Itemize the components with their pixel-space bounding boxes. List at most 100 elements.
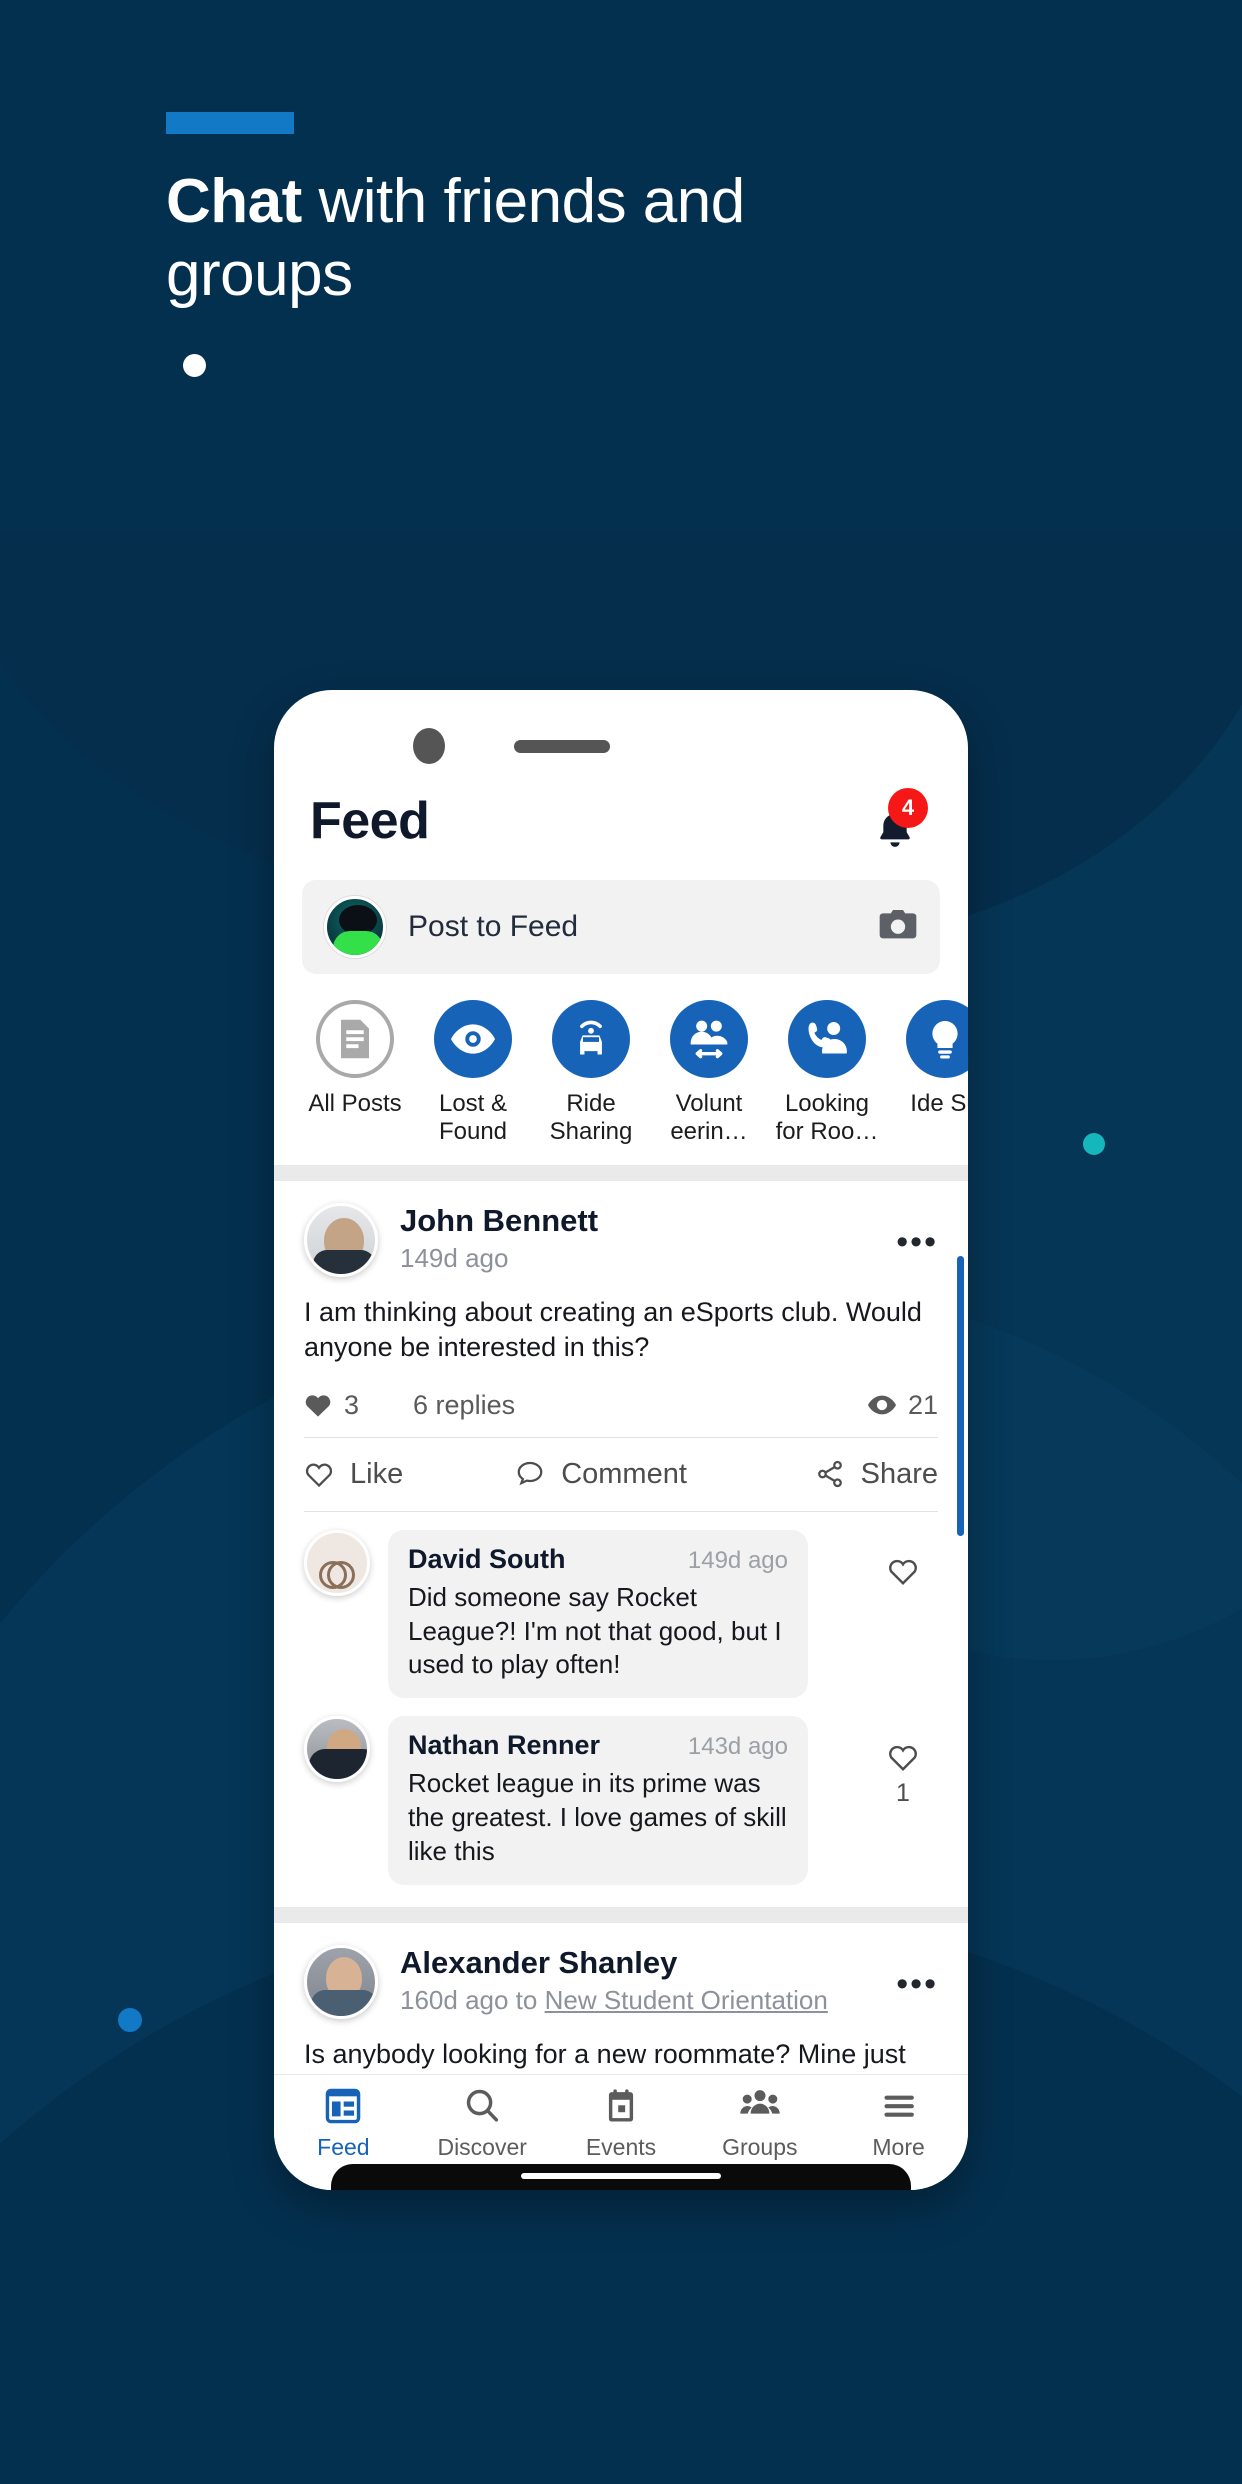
category-item-all-posts[interactable]: All Posts (296, 1000, 414, 1118)
post-actions: Like Comment Share (304, 1438, 938, 1511)
comment-like-button[interactable]: 1 (868, 1716, 938, 1808)
post-like-count: 3 (304, 1390, 359, 1421)
avatar[interactable] (304, 1716, 370, 1783)
earpiece-speaker (514, 740, 610, 753)
comment-icon (517, 1462, 543, 1486)
accent-bar (166, 112, 294, 134)
decorative-dot-white (183, 354, 206, 377)
feed-icon (326, 2088, 361, 2124)
share-button[interactable]: Share (815, 1458, 938, 1491)
category-filter-strip[interactable]: All Posts Lost & Found Ride Sharing Volu… (274, 974, 968, 1155)
category-label: Lost & Found (438, 1090, 508, 1146)
share-icon (817, 1461, 842, 1488)
category-label: Ide Su (910, 1090, 968, 1117)
heart-outline-icon (305, 1463, 333, 1488)
lightbulb-icon (906, 1000, 968, 1078)
phone-bezel (274, 690, 968, 776)
comment-like-count: 1 (896, 1779, 910, 1808)
category-label: Looking for Roo… (775, 1090, 879, 1146)
front-camera-icon (413, 728, 445, 764)
post-card: John Bennett 149d ago ••• I am thinking … (274, 1181, 968, 1885)
comment-bubble: Nathan Renner 143d ago Rocket league in … (388, 1716, 808, 1885)
decorative-dot-teal (1083, 1133, 1105, 1155)
post-header: John Bennett 149d ago ••• (304, 1181, 938, 1277)
category-label: All Posts (308, 1090, 402, 1117)
category-item-looking-for-roommate[interactable]: Looking for Roo… (768, 1000, 886, 1147)
comment-button[interactable]: Comment (515, 1458, 687, 1491)
post-time-value: 160d ago to (400, 1984, 545, 2015)
list-item: David South 149d ago Did someone say Roc… (304, 1512, 938, 1699)
page-title: Chat with friends and groups (166, 166, 886, 311)
nav-label: Groups (722, 2134, 798, 2160)
category-strip-scrollbar[interactable] (957, 1256, 964, 1536)
comment-bubble: David South 149d ago Did someone say Roc… (388, 1529, 808, 1699)
post-header: Alexander Shanley 160d ago to New Studen… (304, 1923, 938, 2019)
section-separator (274, 1906, 968, 1923)
promo-headline-block: Chat with friends and groups (166, 112, 886, 311)
share-label: Share (860, 1457, 938, 1490)
app-screen: Feed 4 Post to Feed All Posts Lost & Fou… (274, 776, 968, 2190)
eye-icon (867, 1396, 896, 1415)
post-more-options-button[interactable]: ••• (896, 1203, 938, 1262)
comment-label: Comment (561, 1457, 687, 1490)
heart-outline-icon (889, 1746, 917, 1772)
post-body: I am thinking about creating an eSports … (304, 1296, 922, 1363)
post-timestamp: 149d ago (400, 1242, 509, 1273)
heart-outline-icon (889, 1559, 917, 1585)
composer-post-to-feed[interactable]: Post to Feed (302, 880, 940, 974)
category-item-ideas-suggestions[interactable]: Ide Su (886, 1000, 968, 1118)
post-timestamp: 160d ago to New Student Orientation (400, 1985, 896, 2016)
camera-icon[interactable] (878, 908, 918, 947)
avatar[interactable] (304, 1202, 378, 1277)
comment-like-button[interactable] (868, 1530, 938, 1593)
document-icon (316, 1000, 394, 1078)
post-group-link[interactable]: New Student Orientation (545, 1985, 828, 2015)
category-label: Ride Sharing (549, 1090, 633, 1146)
notifications-button[interactable]: 4 (864, 788, 928, 852)
eye-icon (434, 1000, 512, 1078)
post-stats: 3 6 replies 21 (304, 1366, 938, 1437)
category-label: Volunt eerin… (670, 1090, 748, 1146)
post-author[interactable]: Alexander Shanley (400, 1945, 896, 1981)
category-item-volunteering[interactable]: Volunt eerin… (650, 1000, 768, 1147)
section-separator (274, 1164, 968, 1181)
home-indicator (331, 2164, 911, 2190)
comment-author[interactable]: Nathan Renner (408, 1730, 600, 1761)
post-view-count: 21 (867, 1389, 938, 1421)
nav-item-feed[interactable]: Feed (274, 2087, 413, 2161)
nav-label: Events (585, 2134, 657, 2160)
nav-item-groups[interactable]: Groups (690, 2087, 829, 2161)
nav-label: Feed (317, 2134, 370, 2160)
feed-title: Feed (310, 792, 430, 850)
view-count-value: 21 (907, 1389, 938, 1420)
calendar-icon (608, 2089, 634, 2122)
avatar[interactable] (304, 1944, 378, 2019)
notification-badge: 4 (888, 788, 928, 828)
heart-filled-icon (305, 1395, 331, 1418)
comment-timestamp: 143d ago (687, 1733, 788, 1761)
category-item-ride-sharing[interactable]: Ride Sharing (532, 1000, 650, 1147)
like-label: Like (350, 1457, 404, 1490)
nav-item-more[interactable]: More (829, 2087, 968, 2161)
menu-icon (884, 2095, 914, 2117)
phone-mockup: Feed 4 Post to Feed All Posts Lost & Fou… (274, 690, 968, 2190)
comment-author[interactable]: David South (408, 1544, 566, 1575)
nav-item-events[interactable]: Events (552, 2087, 691, 2161)
nav-label: More (872, 2134, 925, 2160)
post-reply-count[interactable]: 6 replies (413, 1390, 515, 1421)
phone-person-icon (788, 1000, 866, 1078)
like-button[interactable]: Like (304, 1458, 403, 1491)
search-icon (466, 2089, 499, 2122)
nav-item-discover[interactable]: Discover (413, 2087, 552, 2161)
comment-text: Rocket league in its prime was the great… (408, 1768, 787, 1866)
post-more-options-button[interactable]: ••• (896, 1945, 938, 2004)
feed-header: Feed 4 (274, 776, 968, 852)
post-author[interactable]: John Bennett (400, 1203, 896, 1239)
people-exchange-icon (670, 1000, 748, 1078)
avatar[interactable] (304, 1529, 370, 1596)
groups-icon (740, 2090, 780, 2114)
like-count-value: 3 (344, 1389, 360, 1420)
comment-timestamp: 149d ago (687, 1546, 788, 1574)
category-item-lost-and-found[interactable]: Lost & Found (414, 1000, 532, 1147)
car-icon (552, 1000, 630, 1078)
